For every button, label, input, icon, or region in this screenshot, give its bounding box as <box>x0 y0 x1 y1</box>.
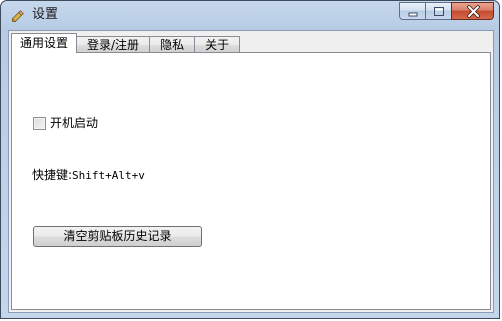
minimize-button[interactable] <box>399 2 425 20</box>
close-button[interactable] <box>451 2 494 20</box>
title-bar[interactable]: 设置 <box>1 1 499 29</box>
general-settings-panel: 开机启动 快捷键:Shift+Alt+v 清空剪贴板历史记录 <box>11 52 491 310</box>
maximize-icon <box>434 7 444 16</box>
hotkey-label: 快捷键: <box>32 168 73 182</box>
autostart-label: 开机启动 <box>50 116 99 130</box>
hotkey-row: 快捷键:Shift+Alt+v <box>32 166 145 183</box>
close-icon <box>467 5 480 18</box>
pencil-icon <box>10 8 26 24</box>
hotkey-value[interactable]: Shift+Alt+v <box>72 169 145 182</box>
autostart-option[interactable]: 开机启动 <box>33 116 98 130</box>
client-area: 通用设置 登录/注册 隐私 关于 开机启动 快捷键:Shift+Alt+v 清空… <box>8 30 494 313</box>
clear-clipboard-history-button[interactable]: 清空剪贴板历史记录 <box>33 226 202 247</box>
maximize-button[interactable] <box>425 2 451 20</box>
window-controls <box>399 2 494 21</box>
minimize-icon <box>408 12 418 17</box>
settings-window: 设置 通用设置 登录/注册 隐私 关于 开机启动 快捷键:Shift+Alt+v… <box>0 0 500 319</box>
tab-about[interactable]: 关于 <box>194 36 241 53</box>
tab-general[interactable]: 通用设置 <box>11 33 78 53</box>
tab-strip: 通用设置 登录/注册 隐私 关于 <box>11 33 241 53</box>
autostart-checkbox[interactable] <box>33 116 46 130</box>
tab-privacy[interactable]: 隐私 <box>149 36 196 53</box>
tab-login-register[interactable]: 登录/注册 <box>76 36 151 53</box>
window-title: 设置 <box>32 7 59 22</box>
